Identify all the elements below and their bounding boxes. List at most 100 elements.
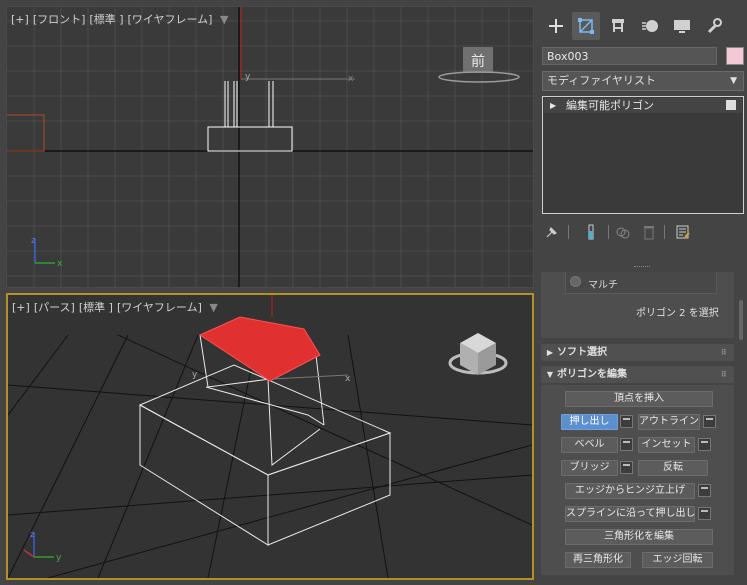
- display-icon: [674, 20, 690, 33]
- collapsed-triangle-icon: ▶: [546, 348, 554, 357]
- gizmo-x-axis: [271, 374, 349, 380]
- hierarchy-icon: [612, 19, 624, 32]
- multi-label: マルチ: [588, 280, 618, 291]
- bridge-button[interactable]: ブリッジ: [561, 460, 618, 476]
- box-object-front[interactable]: [207, 81, 293, 152]
- multi-group: マルチ: [565, 272, 717, 294]
- tripod-x-label: x: [57, 259, 63, 269]
- object-name-field[interactable]: Box003: [542, 47, 717, 65]
- modify-tab[interactable]: [572, 12, 600, 40]
- viewport-view-menu[interactable]: [フロント]: [33, 13, 86, 26]
- extrude-spline-settings-button[interactable]: [698, 507, 711, 520]
- extrude-settings-button[interactable]: [620, 415, 633, 428]
- viewport-plus-menu[interactable]: [+]: [11, 13, 29, 26]
- axis-tripod-persp: z y: [23, 530, 62, 563]
- viewcube-persp[interactable]: [448, 333, 508, 375]
- flip-button[interactable]: 反転: [638, 460, 708, 476]
- stack-item-label: 編集可能ポリゴン: [566, 99, 654, 112]
- rollout-grip-icon: ⠿: [720, 348, 728, 357]
- viewport-mode-menu[interactable]: [ワイヤフレーム]: [117, 301, 202, 314]
- viewcube-front[interactable]: 前: [438, 47, 520, 83]
- bevel-settings-button[interactable]: [620, 438, 633, 451]
- display-tab[interactable]: [668, 12, 696, 40]
- selection-panel: マルチ ポリゴン 2 を選択: [541, 272, 734, 338]
- multi-radio[interactable]: [570, 276, 581, 287]
- axis-tripod-front: z x: [31, 236, 63, 269]
- persp-viewport-canvas: x y z y: [8, 295, 532, 578]
- front-grid: [7, 7, 533, 287]
- extrude-button[interactable]: 押し出し: [561, 414, 618, 430]
- outline-button[interactable]: アウトライン: [638, 414, 700, 430]
- edit-polygons-title: ポリゴンを編集: [557, 369, 627, 380]
- viewcube-front-label: 前: [471, 53, 485, 70]
- edit-polygons-rollout[interactable]: ▼ ポリゴンを編集 ⠿: [541, 366, 734, 383]
- viewport-view-menu[interactable]: [パース]: [34, 301, 75, 314]
- rollout-grip-icon: ⠿: [720, 370, 728, 379]
- inset-button[interactable]: インセット: [638, 437, 695, 453]
- modify-icon: [578, 18, 594, 34]
- utilities-tab[interactable]: [700, 12, 728, 40]
- viewport-plus-menu[interactable]: [+]: [12, 301, 30, 314]
- stack-item-editable-poly[interactable]: ▶ 編集可能ポリゴン: [544, 98, 742, 113]
- chevron-down-icon: ▼: [730, 76, 737, 86]
- bevel-button[interactable]: ベベル: [561, 437, 618, 453]
- panel-scrollbar[interactable]: [739, 300, 743, 340]
- front-viewport-canvas: y x 前 z x: [7, 7, 533, 287]
- create-icon: [549, 19, 563, 33]
- stack-toolbar: [538, 222, 747, 244]
- viewport-mode-menu[interactable]: [ワイヤフレーム]: [128, 13, 213, 26]
- soft-select-title: ソフト選択: [557, 347, 607, 358]
- expanded-triangle-icon: ▼: [546, 370, 554, 379]
- show-end-result-icon: [588, 224, 594, 240]
- make-unique-button[interactable]: [614, 222, 632, 242]
- expand-triangle-icon[interactable]: ▶: [550, 98, 556, 113]
- hinge-settings-button[interactable]: [698, 484, 711, 497]
- command-panel: Box003 モディファイヤリスト ▼ ▶ 編集可能ポリゴン マルチ ポリゴン …: [538, 0, 747, 585]
- command-panel-tabs: [538, 8, 747, 46]
- filter-icon[interactable]: ▼: [220, 13, 228, 26]
- perspective-viewport[interactable]: [+] [パース] [標準 ] [ワイヤフレーム] ▼ x y z y: [6, 293, 534, 580]
- utilities-icon: [707, 18, 722, 34]
- modifier-list-dropdown[interactable]: モディファイヤリスト ▼: [542, 71, 744, 91]
- inset-settings-button[interactable]: [698, 438, 711, 451]
- hierarchy-tab[interactable]: [604, 12, 632, 40]
- viewport-shading-menu[interactable]: [標準 ]: [89, 13, 123, 26]
- pin-stack-button[interactable]: [543, 222, 561, 242]
- tripod-z-label: z: [30, 530, 35, 540]
- remove-modifier-icon: [644, 226, 654, 240]
- hinge-from-edge-button[interactable]: エッジからヒンジ立上げ: [565, 483, 695, 499]
- configure-sets-button[interactable]: [674, 222, 692, 242]
- front-viewport-label: [+] [フロント] [標準 ] [ワイヤフレーム] ▼: [11, 11, 232, 27]
- object-color-swatch[interactable]: [726, 47, 744, 65]
- create-tab[interactable]: [542, 12, 570, 40]
- configure-sets-icon: [676, 225, 690, 239]
- turn-edge-button[interactable]: エッジ回転: [642, 552, 713, 568]
- make-unique-icon: [616, 227, 630, 239]
- motion-tab[interactable]: [636, 12, 664, 40]
- outline-settings-button[interactable]: [703, 415, 716, 428]
- viewport-shading-menu[interactable]: [標準 ]: [79, 301, 113, 314]
- object-outline-left: [7, 114, 45, 152]
- front-viewport[interactable]: [+] [フロント] [標準 ] [ワイヤフレーム] ▼ y x 前 z x: [6, 6, 534, 288]
- gizmo-x-label: x: [345, 374, 351, 384]
- panel-divider-grip[interactable]: [634, 266, 650, 270]
- gizmo-y-label: y: [245, 72, 251, 82]
- extrude-along-spline-button[interactable]: スプラインに沿って押し出し: [565, 506, 696, 522]
- edit-triangulation-button[interactable]: 三角形化を編集: [565, 529, 713, 545]
- soft-select-rollout[interactable]: ▶ ソフト選択 ⠿: [541, 344, 734, 361]
- insert-vertex-button[interactable]: 頂点を挿入: [565, 391, 713, 407]
- stack-item-toggle[interactable]: [726, 100, 736, 110]
- motion-icon: [642, 20, 658, 32]
- filter-icon[interactable]: ▼: [209, 301, 217, 314]
- tripod-y-label: y: [56, 553, 62, 563]
- remove-modifier-button[interactable]: [640, 222, 658, 242]
- show-end-result-button[interactable]: [582, 222, 600, 242]
- bridge-settings-button[interactable]: [620, 461, 633, 474]
- modifier-stack: ▶ 編集可能ポリゴン: [542, 96, 744, 214]
- persp-viewport-label: [+] [パース] [標準 ] [ワイヤフレーム] ▼: [12, 299, 222, 315]
- retriangulate-button[interactable]: 再三角形化: [565, 552, 631, 568]
- pin-stack-icon: [546, 226, 558, 238]
- gizmo-x-label: x: [348, 74, 354, 84]
- tripod-z-label: z: [31, 236, 36, 246]
- selection-status: ポリゴン 2 を選択: [636, 308, 719, 319]
